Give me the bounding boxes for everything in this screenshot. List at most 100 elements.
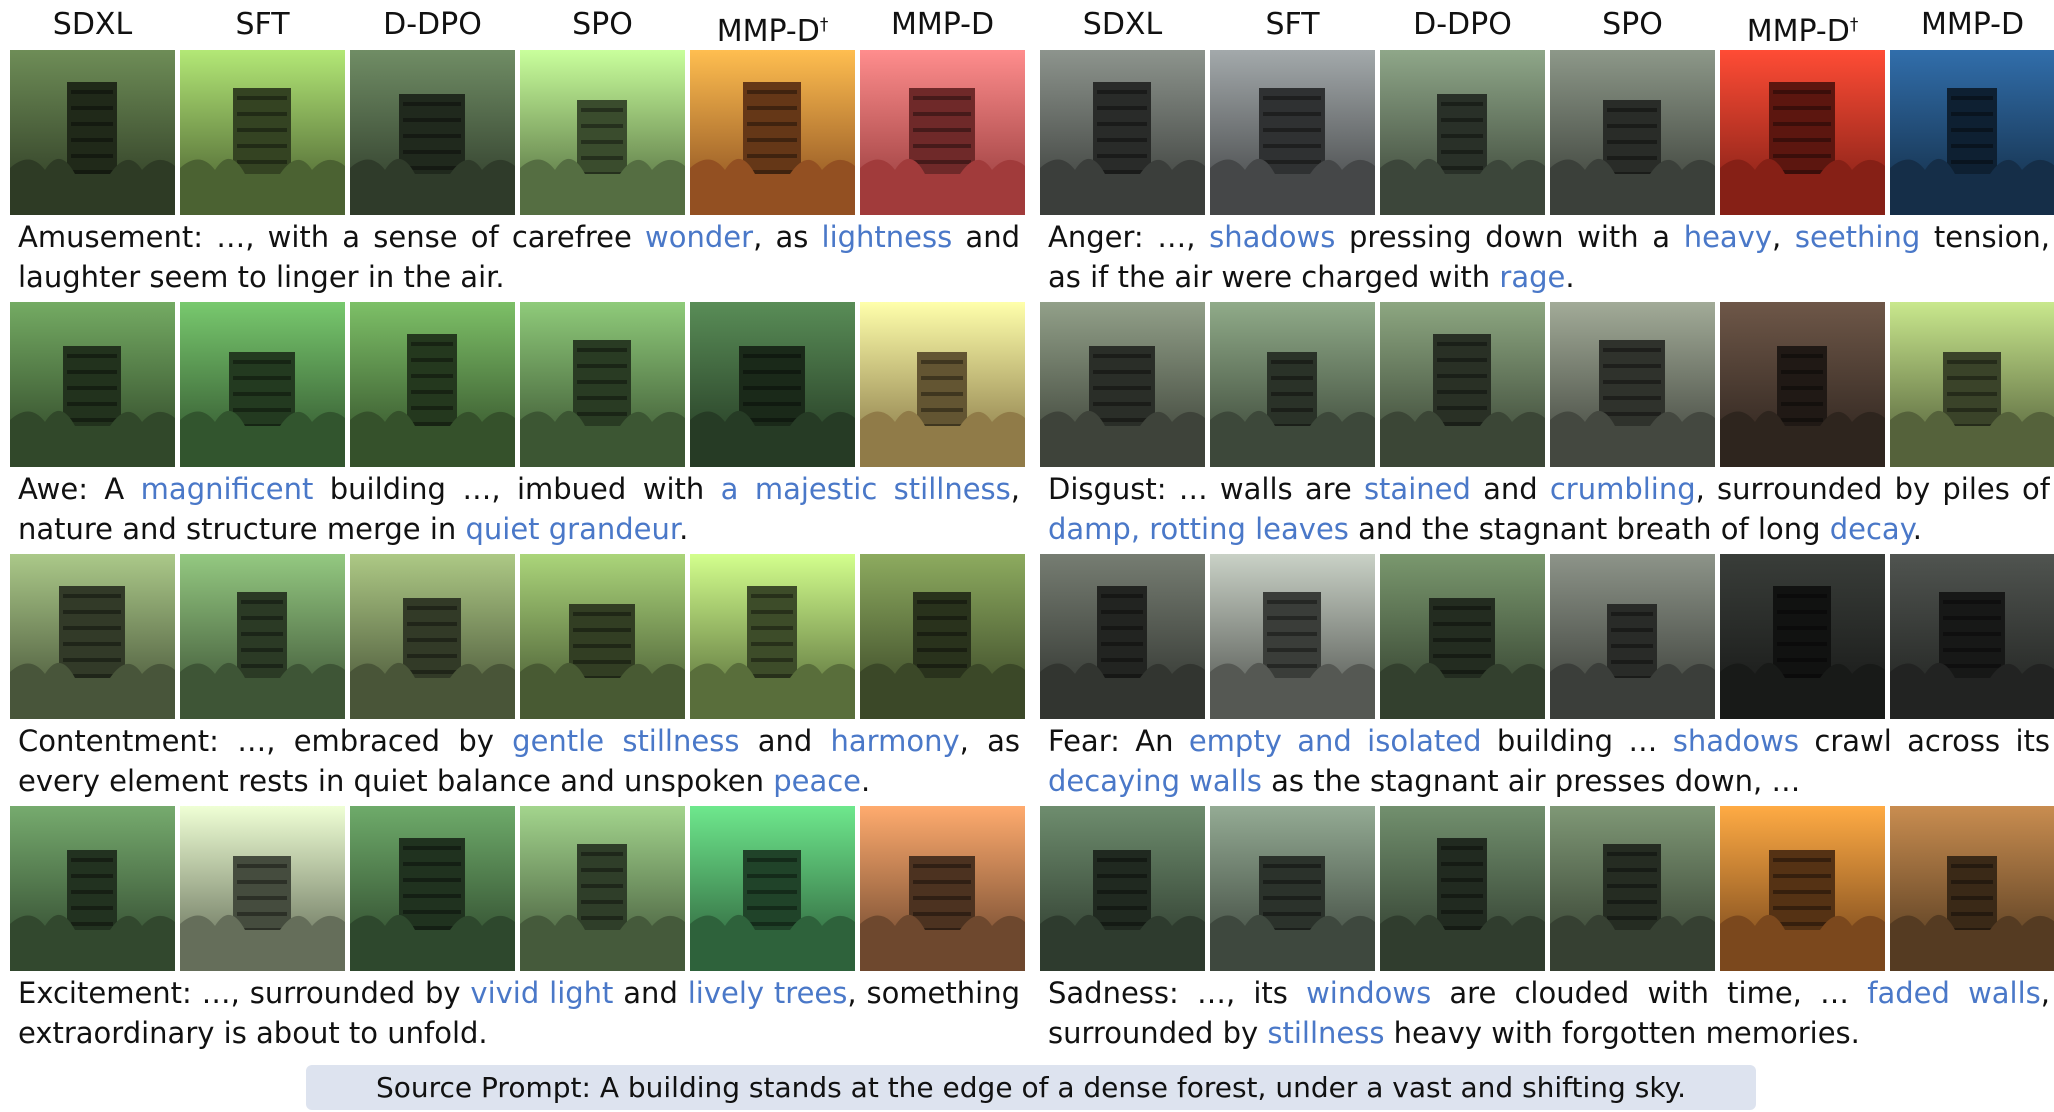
building-floor [1441, 134, 1483, 138]
building-floor [581, 900, 623, 904]
highlighted-phrase: empty and isolated [1188, 724, 1482, 758]
right-panel: SDXL SFT D-DPO SPO MMP-D† MMP-D Anger: …… [1040, 0, 2054, 1058]
building-floor [1777, 658, 1827, 662]
caption-text: , surrounded by piles of [1695, 472, 2050, 506]
image-contentment-mmp-d [860, 554, 1025, 719]
building-floor [1773, 858, 1831, 862]
image-contentment-spo [520, 554, 685, 719]
highlighted-phrase: lively trees [687, 976, 848, 1010]
building-floor [411, 374, 453, 378]
caption-text: and [1470, 472, 1550, 506]
image-awe-sft [180, 302, 345, 467]
building-floor [913, 128, 971, 132]
building-floor [67, 354, 117, 358]
building-floor [233, 376, 291, 380]
building-floor [917, 600, 967, 604]
building-floor [1603, 364, 1661, 368]
building-floor [403, 862, 461, 866]
row-sadness: Sadness: …, its windows are clouded with… [1040, 806, 2054, 1058]
building-floor [1781, 354, 1823, 358]
building-floor [1603, 348, 1661, 352]
image-anger-sft [1210, 50, 1375, 215]
building-floor [743, 402, 801, 406]
building-floor [1101, 642, 1143, 646]
building-floor [1943, 600, 2001, 604]
image-disgust-sdxl [1040, 302, 1205, 467]
building-floor [1603, 396, 1661, 400]
building-floor [747, 90, 797, 94]
image-anger-mmp-d [1890, 50, 2054, 215]
building-floor [577, 380, 627, 384]
source-prompt: Source Prompt: A building stands at the … [306, 1065, 1756, 1110]
highlighted-phrase: quiet grandeur [465, 512, 680, 546]
building-floor [1097, 154, 1147, 158]
caption-text: Disgust: … walls are [1048, 472, 1364, 506]
building-floor [1781, 370, 1823, 374]
image-fear-mmp-d-dagger [1720, 554, 1885, 719]
building-floor [1607, 916, 1657, 920]
caption-text: Contentment: …, embraced by [18, 724, 513, 758]
building-floor [581, 884, 623, 888]
building-floor [1271, 360, 1313, 364]
building-floor [921, 392, 963, 396]
building-floor [71, 154, 113, 158]
building-floor [71, 890, 113, 894]
building-floor [1441, 846, 1483, 850]
building-floor [1611, 644, 1653, 648]
image-excitement-sft [180, 806, 345, 971]
building-floor [921, 360, 963, 364]
building-floor [1097, 106, 1147, 110]
building-floor [407, 670, 457, 674]
image-disgust-spo [1550, 302, 1715, 467]
column-header-sft: SFT [235, 7, 290, 42]
building-floor [1097, 906, 1147, 910]
highlighted-phrase: decay [1829, 512, 1913, 546]
column-headers: SDXL SFT D-DPO SPO MMP-D† MMP-D [1040, 0, 2054, 50]
image-excitement-mmp-d-dagger [690, 806, 855, 971]
building-floor [237, 96, 287, 100]
column-header-spo: SPO [572, 7, 633, 42]
building-floor [913, 96, 971, 100]
building-floor [407, 638, 457, 642]
highlighted-phrase: magnificent [140, 472, 314, 506]
building-floor [743, 370, 801, 374]
highlighted-phrase: shadows [1672, 724, 1800, 758]
building-floor [1263, 912, 1321, 916]
highlighted-phrase: stained [1363, 472, 1471, 506]
caption-text: and the stagnant breath of long [1348, 512, 1830, 546]
building-floor [581, 156, 623, 160]
building-floor [573, 612, 631, 616]
building-floor [1951, 912, 1993, 916]
building-floor [1951, 160, 1993, 164]
caption-text: building …, imbued with [313, 472, 721, 506]
building-floor [917, 648, 967, 652]
building-floor [1263, 864, 1321, 868]
building-floor [913, 864, 971, 868]
building-floor [1777, 594, 1827, 598]
building-floor [233, 392, 291, 396]
highlighted-phrase: harmony [830, 724, 960, 758]
building-floor [71, 922, 113, 926]
building-floor [573, 628, 631, 632]
building-floor [1101, 610, 1143, 614]
highlighted-phrase: a majestic stillness [720, 472, 1011, 506]
row-contentment: Contentment: …, embraced by gentle still… [10, 554, 1028, 806]
caption-text: and [613, 976, 688, 1010]
building-floor [1433, 638, 1491, 642]
building-floor [913, 144, 971, 148]
column-header-sdxl: SDXL [52, 7, 133, 42]
column-headers: SDXL SFT D-DPO SPO MMP-D† MMP-D [10, 0, 1028, 50]
caption-text: . [679, 512, 689, 546]
caption-text: pressing down with a [1335, 220, 1684, 254]
column-header-mmp-d: MMP-D [890, 7, 995, 42]
building-floor [747, 858, 797, 862]
building-floor [403, 910, 461, 914]
building-floor [1097, 890, 1147, 894]
building-floor [237, 144, 287, 148]
building-floor [1433, 654, 1491, 658]
building-floor [71, 90, 113, 94]
building-floor [241, 600, 283, 604]
building-floor [1263, 112, 1321, 116]
image-awe-spo [520, 302, 685, 467]
building-floor [1951, 864, 1993, 868]
